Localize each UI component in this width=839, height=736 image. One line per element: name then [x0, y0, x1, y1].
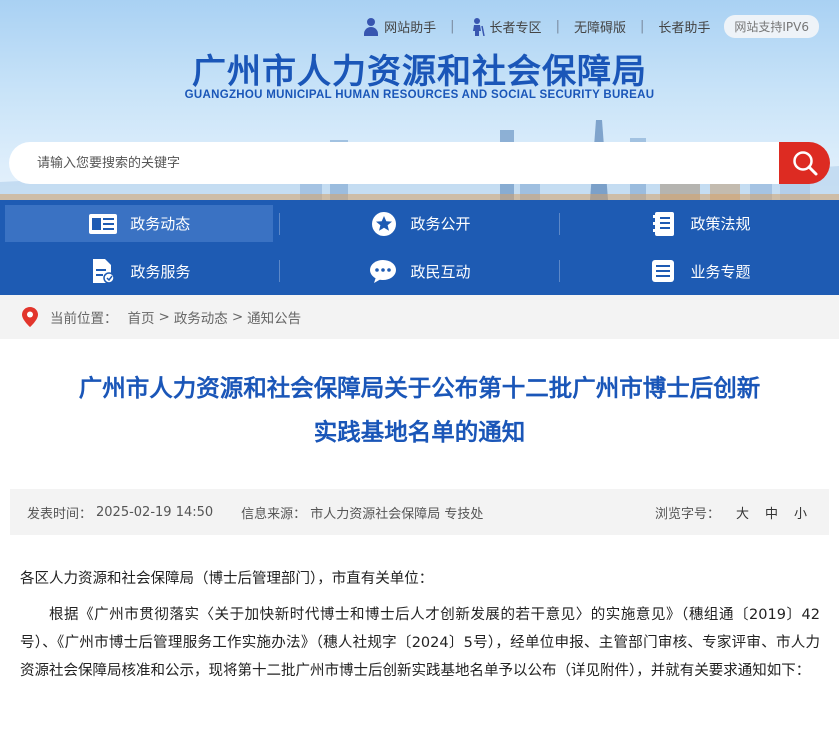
divider: | — [555, 19, 560, 34]
main-nav: 政务动态 政务公开 政策法规 政务服务 政民互动 业务专题 — [0, 200, 839, 295]
font-size-label: 浏览字号： — [654, 506, 720, 522]
site-header: 网站助手 | 长者专区 | 无障碍版 | 长者助手 网站支持IPV6 广州市人力… — [0, 0, 839, 200]
elder-zone-label: 长者专区 — [489, 21, 542, 36]
breadcrumb-separator: > — [231, 309, 244, 325]
font-size-control: 浏览字号： 大 中 小 — [655, 503, 807, 522]
site-helper-label: 网站助手 — [384, 21, 437, 36]
source-label: 信息来源： — [241, 506, 307, 522]
search-input[interactable] — [9, 142, 779, 184]
article-body: 各区人力资源和社会保障局（博士后管理部门），市直有关单位： 根据《广州市贯彻落实… — [20, 565, 820, 693]
nav-label: 政务公开 — [410, 215, 471, 233]
site-title: 广州市人力资源和社会保障局 — [192, 52, 647, 92]
article-paragraph: 根据《广州市贯彻落实〈关于加快新时代博士和博士后人才创新发展的若干意见〉的实施意… — [20, 607, 820, 679]
elder-icon — [472, 17, 485, 36]
article-title: 广州市人力资源和社会保障局关于公布第十二批广州市博士后创新 实践基地名单的通知 — [0, 339, 839, 454]
nav-row: 政务动态 政务公开 政策法规 — [0, 200, 839, 247]
nav-label: 政务服务 — [130, 262, 191, 281]
nav-label: 政策法规 — [690, 215, 751, 233]
elder-zone-link[interactable]: 长者专区 — [469, 17, 542, 36]
breadcrumb: 当前位置： 首页 > 政务动态 > 通知公告 — [0, 295, 839, 339]
article-meta: 发表时间： 2025-02-19 14:50 信息来源： 市人力资源社会保障局 … — [10, 489, 829, 535]
elder-helper-link[interactable]: 长者助手 — [658, 17, 710, 36]
search-icon — [792, 151, 817, 176]
nav-item-services[interactable]: 政务服务 — [0, 253, 279, 290]
nav-item-interaction[interactable]: 政民互动 — [280, 253, 559, 290]
divider: | — [450, 19, 455, 34]
breadcrumb-home[interactable]: 首页 — [128, 307, 155, 327]
site-helper-link[interactable]: 网站助手 — [363, 17, 436, 36]
published-value: 2025-02-19 14:50 — [96, 504, 214, 520]
font-size-large-button[interactable]: 大 — [736, 503, 749, 522]
nav-item-news[interactable]: 政务动态 — [5, 205, 274, 242]
nav-label: 业务专题 — [690, 262, 751, 281]
top-links: 网站助手 | 长者专区 | 无障碍版 | 长者助手 网站支持IPV6 — [349, 15, 819, 38]
nav-row: 政务服务 政民互动 业务专题 — [0, 247, 839, 295]
location-pin-icon — [22, 307, 38, 327]
star-icon — [369, 211, 399, 237]
document-icon — [88, 258, 118, 284]
published-label: 发表时间： — [27, 506, 93, 522]
chat-icon — [368, 258, 398, 284]
site-title-en: GUANGZHOU MUNICIPAL HUMAN RESOURCES AND … — [184, 89, 655, 101]
nav-label: 政民互动 — [410, 262, 471, 281]
breadcrumb-prefix: 当前位置： — [50, 311, 118, 327]
breadcrumb-level1[interactable]: 政务动态 — [174, 307, 228, 327]
article-title-line2: 实践基地名单的通知 — [313, 418, 526, 446]
elder-helper-label: 长者助手 — [658, 21, 711, 36]
font-size-small-button[interactable]: 小 — [794, 503, 807, 522]
article-paragraph: 各区人力资源和社会保障局（博士后管理部门），市直有关单位： — [20, 571, 434, 587]
breadcrumb-separator: > — [158, 309, 170, 325]
list-icon — [648, 258, 678, 284]
breadcrumb-level2[interactable]: 通知公告 — [247, 307, 301, 327]
article-title-line1: 广州市人力资源和社会保障局关于公布第十二批广州市博士后创新 — [78, 374, 761, 402]
search-button[interactable] — [779, 142, 830, 184]
search-bar — [9, 142, 830, 184]
book-icon — [649, 211, 679, 237]
news-icon — [88, 211, 118, 237]
source-value: 市人力资源社会保障局 专技处 — [310, 506, 484, 522]
nav-label: 政务动态 — [130, 215, 191, 233]
font-size-medium-button[interactable]: 中 — [765, 503, 778, 522]
nav-item-policy[interactable]: 政策法规 — [560, 205, 839, 242]
accessibility-label: 无障碍版 — [573, 21, 626, 36]
ipv6-badge: 网站支持IPV6 — [724, 15, 819, 38]
divider: | — [639, 19, 645, 34]
person-icon — [363, 17, 379, 36]
nav-item-public[interactable]: 政务公开 — [280, 205, 559, 242]
accessibility-link[interactable]: 无障碍版 — [574, 17, 626, 36]
nav-item-topics[interactable]: 业务专题 — [560, 253, 839, 290]
